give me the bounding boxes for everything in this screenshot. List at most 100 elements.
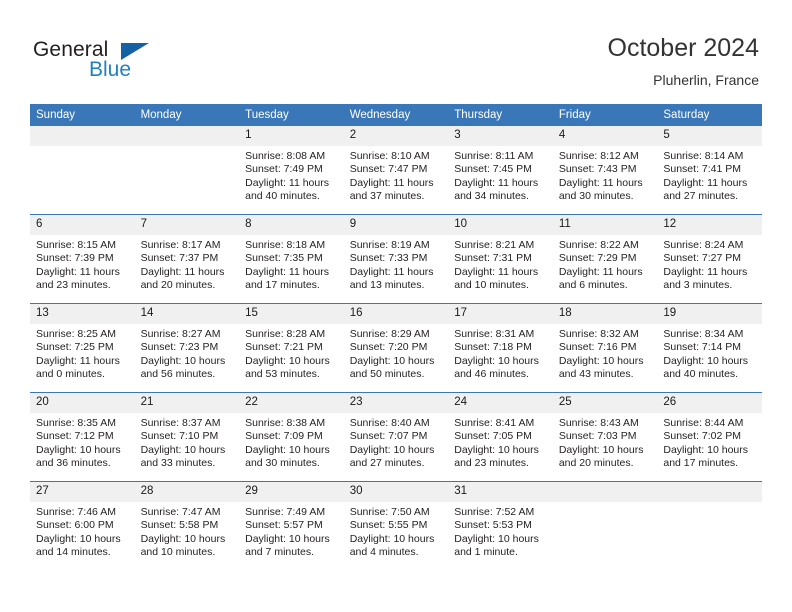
day-cell[interactable]: 10 Sunrise: 8:21 AM Sunset: 7:31 PM Dayl… — [448, 214, 553, 304]
day-details: Sunrise: 8:11 AM Sunset: 7:45 PM Dayligh… — [454, 150, 539, 202]
day-number: 8 — [239, 215, 344, 235]
day-cell[interactable]: 20 Sunrise: 8:35 AM Sunset: 7:12 PM Dayl… — [30, 392, 135, 482]
day-cell[interactable]: 17 Sunrise: 8:31 AM Sunset: 7:18 PM Dayl… — [448, 303, 553, 393]
day-cell[interactable]: 12 Sunrise: 8:24 AM Sunset: 7:27 PM Dayl… — [657, 214, 762, 304]
day-cell[interactable]: 26 Sunrise: 8:44 AM Sunset: 7:02 PM Dayl… — [657, 392, 762, 482]
day-number: 21 — [134, 393, 240, 413]
day-number: 17 — [448, 304, 553, 324]
day-cell[interactable]: 1 Sunrise: 8:08 AM Sunset: 7:49 PM Dayli… — [239, 126, 344, 215]
day-number: 30 — [343, 482, 449, 502]
day-details: Sunrise: 8:31 AM Sunset: 7:18 PM Dayligh… — [454, 328, 539, 380]
weekday-header-sunday: Sunday — [30, 104, 135, 126]
week-row: 1 Sunrise: 8:08 AM Sunset: 7:49 PM Dayli… — [30, 126, 762, 215]
day-number: 27 — [30, 482, 135, 502]
week-row: 27 Sunrise: 7:46 AM Sunset: 6:00 PM Dayl… — [30, 481, 762, 570]
day-cell[interactable]: 6 Sunrise: 8:15 AM Sunset: 7:39 PM Dayli… — [30, 214, 135, 304]
day-number: 3 — [448, 126, 553, 146]
day-number: 4 — [552, 126, 658, 146]
day-cell[interactable]: 18 Sunrise: 8:32 AM Sunset: 7:16 PM Dayl… — [552, 303, 658, 393]
week-row: 20 Sunrise: 8:35 AM Sunset: 7:12 PM Dayl… — [30, 392, 762, 482]
page-title: October 2024 — [607, 34, 760, 62]
day-details: Sunrise: 7:47 AM Sunset: 5:58 PM Dayligh… — [140, 506, 226, 558]
day-details: Sunrise: 8:35 AM Sunset: 7:12 PM Dayligh… — [36, 417, 121, 469]
day-details: Sunrise: 8:18 AM Sunset: 7:35 PM Dayligh… — [245, 239, 329, 291]
day-cell[interactable]: 29 Sunrise: 7:49 AM Sunset: 5:57 PM Dayl… — [239, 481, 344, 570]
day-number: 18 — [552, 304, 658, 324]
day-cell[interactable]: 22 Sunrise: 8:38 AM Sunset: 7:09 PM Dayl… — [239, 392, 344, 482]
calendar-page: General Blue October 2024 Pluherlin, Fra… — [0, 0, 792, 612]
day-details: Sunrise: 8:43 AM Sunset: 7:03 PM Dayligh… — [558, 417, 644, 469]
day-cell[interactable]: 5 Sunrise: 8:14 AM Sunset: 7:41 PM Dayli… — [657, 126, 762, 215]
day-number: 11 — [552, 215, 658, 235]
day-details: Sunrise: 8:29 AM Sunset: 7:20 PM Dayligh… — [349, 328, 435, 380]
day-number — [552, 482, 658, 502]
weekday-header-monday: Monday — [134, 104, 240, 126]
day-details: Sunrise: 7:46 AM Sunset: 6:00 PM Dayligh… — [36, 506, 121, 558]
day-number: 25 — [552, 393, 658, 413]
calendar-body: 1 Sunrise: 8:08 AM Sunset: 7:49 PM Dayli… — [30, 126, 762, 570]
day-cell[interactable]: 15 Sunrise: 8:28 AM Sunset: 7:21 PM Dayl… — [239, 303, 344, 393]
day-number: 9 — [343, 215, 449, 235]
day-details: Sunrise: 7:49 AM Sunset: 5:57 PM Dayligh… — [245, 506, 330, 558]
day-cell[interactable]: 19 Sunrise: 8:34 AM Sunset: 7:14 PM Dayl… — [657, 303, 762, 393]
day-cell[interactable]: 23 Sunrise: 8:40 AM Sunset: 7:07 PM Dayl… — [343, 392, 449, 482]
day-cell[interactable]: 7 Sunrise: 8:17 AM Sunset: 7:37 PM Dayli… — [134, 214, 240, 304]
day-cell[interactable]: 2 Sunrise: 8:10 AM Sunset: 7:47 PM Dayli… — [343, 126, 449, 215]
title-block: October 2024 Pluherlin, France — [608, 33, 760, 90]
day-cell[interactable]: 25 Sunrise: 8:43 AM Sunset: 7:03 PM Dayl… — [552, 392, 658, 482]
day-cell[interactable]: 9 Sunrise: 8:19 AM Sunset: 7:33 PM Dayli… — [343, 214, 449, 304]
day-number — [30, 126, 135, 146]
day-number: 23 — [343, 393, 449, 413]
day-cell[interactable]: 13 Sunrise: 8:25 AM Sunset: 7:25 PM Dayl… — [30, 303, 135, 393]
day-number: 19 — [657, 304, 762, 324]
day-cell[interactable]: 31 Sunrise: 7:52 AM Sunset: 5:53 PM Dayl… — [448, 481, 553, 570]
day-details: Sunrise: 8:38 AM Sunset: 7:09 PM Dayligh… — [245, 417, 330, 469]
logo-text-blue: Blue — [89, 58, 132, 81]
day-number: 13 — [30, 304, 135, 324]
day-details: Sunrise: 8:41 AM Sunset: 7:05 PM Dayligh… — [454, 417, 539, 469]
week-row: 13 Sunrise: 8:25 AM Sunset: 7:25 PM Dayl… — [30, 303, 762, 393]
day-details: Sunrise: 8:22 AM Sunset: 7:29 PM Dayligh… — [558, 239, 643, 291]
day-cell[interactable]: 24 Sunrise: 8:41 AM Sunset: 7:05 PM Dayl… — [448, 392, 553, 482]
day-number: 5 — [657, 126, 762, 146]
day-details: Sunrise: 8:24 AM Sunset: 7:27 PM Dayligh… — [663, 239, 748, 291]
day-cell[interactable]: 3 Sunrise: 8:11 AM Sunset: 7:45 PM Dayli… — [448, 126, 553, 215]
day-cell[interactable]: 21 Sunrise: 8:37 AM Sunset: 7:10 PM Dayl… — [134, 392, 240, 482]
day-number: 6 — [30, 215, 135, 235]
weekday-header-wednesday: Wednesday — [343, 104, 449, 126]
day-details: Sunrise: 8:44 AM Sunset: 7:02 PM Dayligh… — [663, 417, 749, 469]
day-number: 2 — [343, 126, 449, 146]
day-details: Sunrise: 8:17 AM Sunset: 7:37 PM Dayligh… — [140, 239, 225, 291]
day-details: Sunrise: 8:14 AM Sunset: 7:41 PM Dayligh… — [663, 150, 748, 202]
general-blue-logo[interactable]: General Blue — [33, 38, 213, 86]
day-number: 16 — [343, 304, 449, 324]
day-number: 15 — [239, 304, 344, 324]
weekday-header-thursday: Thursday — [448, 104, 553, 126]
day-details: Sunrise: 8:28 AM Sunset: 7:21 PM Dayligh… — [245, 328, 330, 380]
day-cell — [552, 481, 658, 570]
day-cell[interactable]: 30 Sunrise: 7:50 AM Sunset: 5:55 PM Dayl… — [343, 481, 449, 570]
day-cell[interactable]: 4 Sunrise: 8:12 AM Sunset: 7:43 PM Dayli… — [552, 126, 658, 215]
day-details: Sunrise: 8:19 AM Sunset: 7:33 PM Dayligh… — [349, 239, 434, 291]
day-cell — [657, 481, 762, 570]
day-details: Sunrise: 8:08 AM Sunset: 7:49 PM Dayligh… — [245, 150, 329, 202]
day-cell[interactable]: 14 Sunrise: 8:27 AM Sunset: 7:23 PM Dayl… — [134, 303, 240, 393]
page-header: General Blue October 2024 Pluherlin, Fra… — [0, 0, 792, 100]
calendar-table: Sunday Monday Tuesday Wednesday Thursday… — [30, 104, 762, 570]
day-number: 29 — [239, 482, 344, 502]
day-cell — [134, 126, 240, 215]
day-details: Sunrise: 8:12 AM Sunset: 7:43 PM Dayligh… — [558, 150, 643, 202]
week-row: 6 Sunrise: 8:15 AM Sunset: 7:39 PM Dayli… — [30, 214, 762, 304]
day-number: 28 — [134, 482, 240, 502]
day-cell[interactable]: 16 Sunrise: 8:29 AM Sunset: 7:20 PM Dayl… — [343, 303, 449, 393]
day-number: 10 — [448, 215, 553, 235]
day-cell[interactable]: 8 Sunrise: 8:18 AM Sunset: 7:35 PM Dayli… — [239, 214, 344, 304]
day-cell[interactable]: 27 Sunrise: 7:46 AM Sunset: 6:00 PM Dayl… — [30, 481, 135, 570]
weekday-header-friday: Friday — [552, 104, 658, 126]
day-cell[interactable]: 11 Sunrise: 8:22 AM Sunset: 7:29 PM Dayl… — [552, 214, 658, 304]
day-details: Sunrise: 8:34 AM Sunset: 7:14 PM Dayligh… — [663, 328, 749, 380]
day-details: Sunrise: 8:27 AM Sunset: 7:23 PM Dayligh… — [140, 328, 226, 380]
day-details: Sunrise: 7:52 AM Sunset: 5:53 PM Dayligh… — [454, 506, 539, 558]
day-number: 24 — [448, 393, 553, 413]
day-cell[interactable]: 28 Sunrise: 7:47 AM Sunset: 5:58 PM Dayl… — [134, 481, 240, 570]
